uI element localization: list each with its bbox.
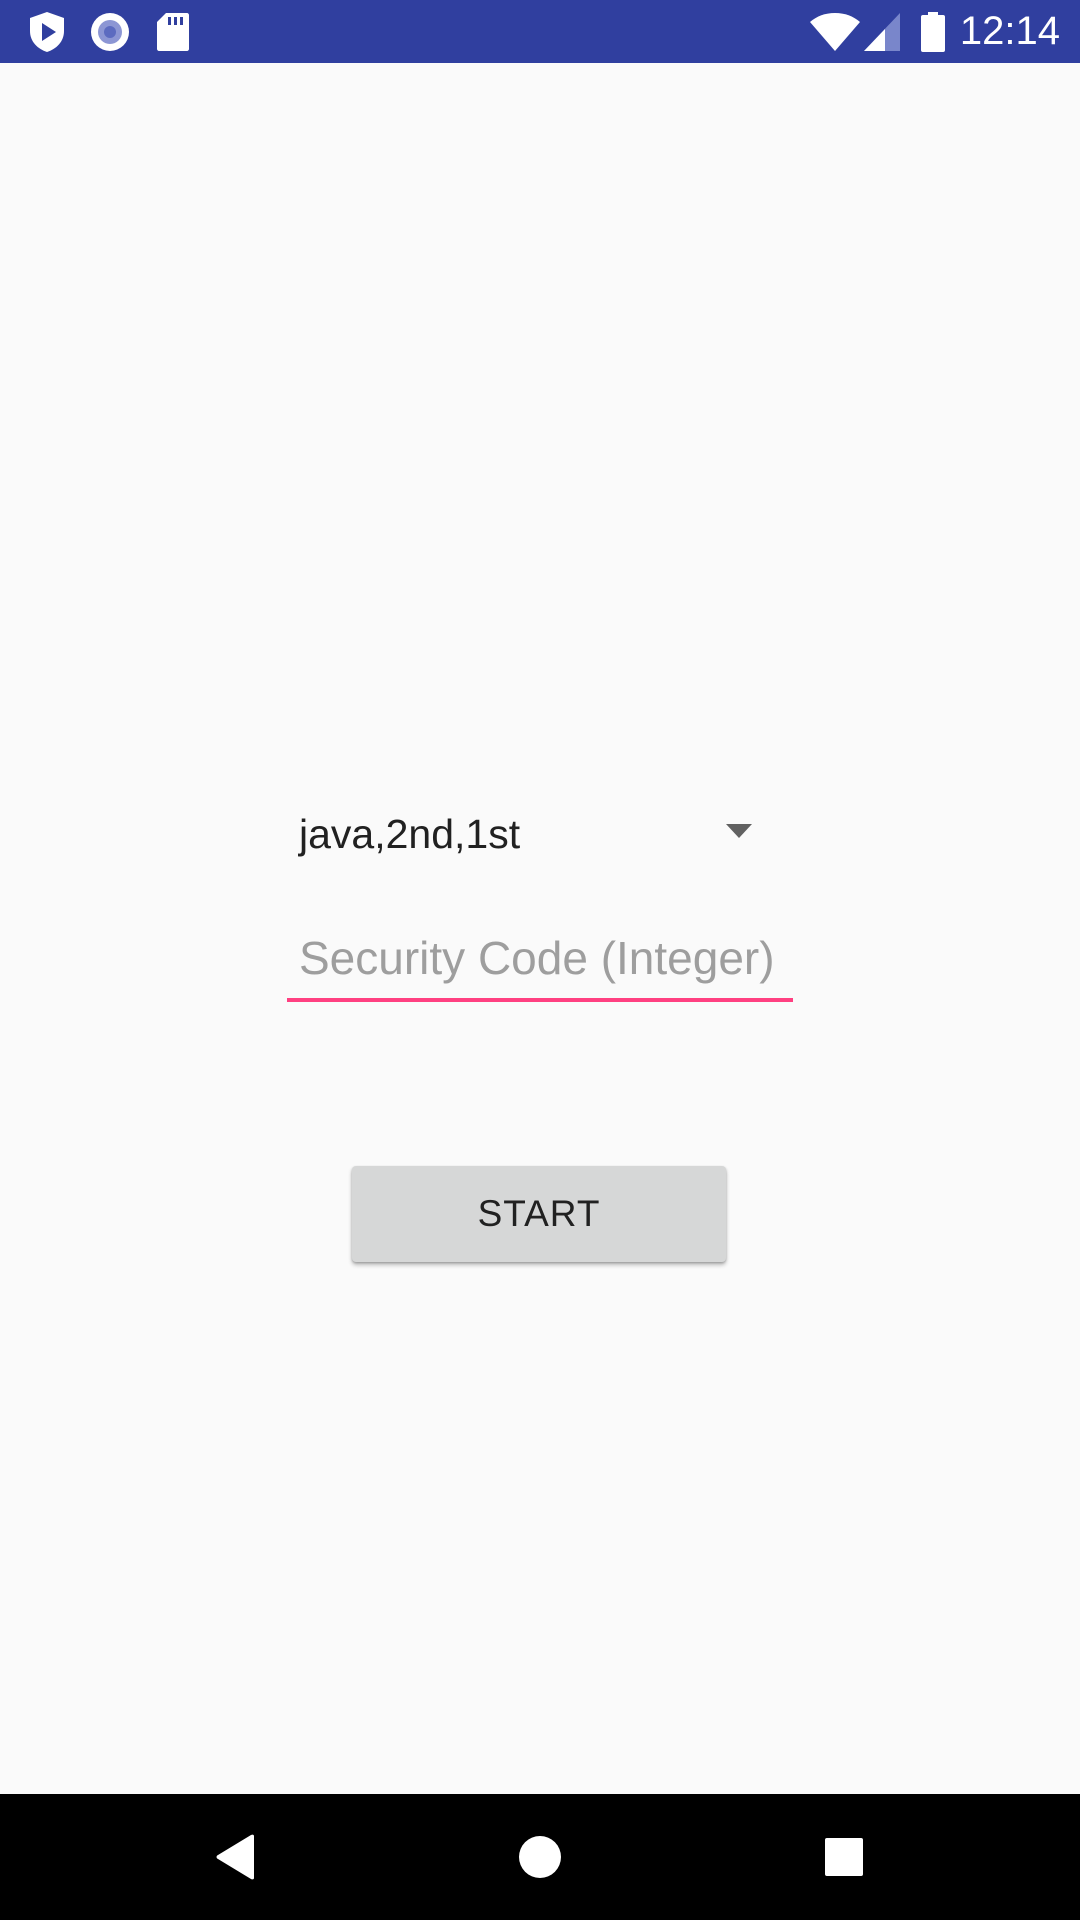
wifi-icon [808, 0, 862, 63]
spinner-selected-value: java,2nd,1st [299, 810, 521, 857]
battery-icon [918, 0, 948, 63]
status-bar: 12:14 [0, 0, 1080, 63]
home-icon[interactable] [477, 1794, 603, 1920]
sd-card-icon [155, 0, 191, 63]
signal-icon [862, 0, 902, 63]
start-button[interactable]: START [352, 1166, 726, 1262]
course-spinner[interactable]: java,2nd,1st [287, 790, 767, 878]
navigation-bar [0, 1794, 1080, 1920]
back-icon[interactable] [173, 1794, 299, 1920]
dropdown-arrow-icon [726, 824, 752, 838]
recents-icon[interactable] [781, 1794, 907, 1920]
security-code-field [287, 918, 793, 1004]
status-time: 12:14 [959, 9, 1060, 53]
input-underline [287, 998, 793, 1002]
shield-play-icon [26, 0, 68, 63]
record-icon [89, 0, 131, 63]
security-code-input[interactable] [287, 918, 793, 998]
